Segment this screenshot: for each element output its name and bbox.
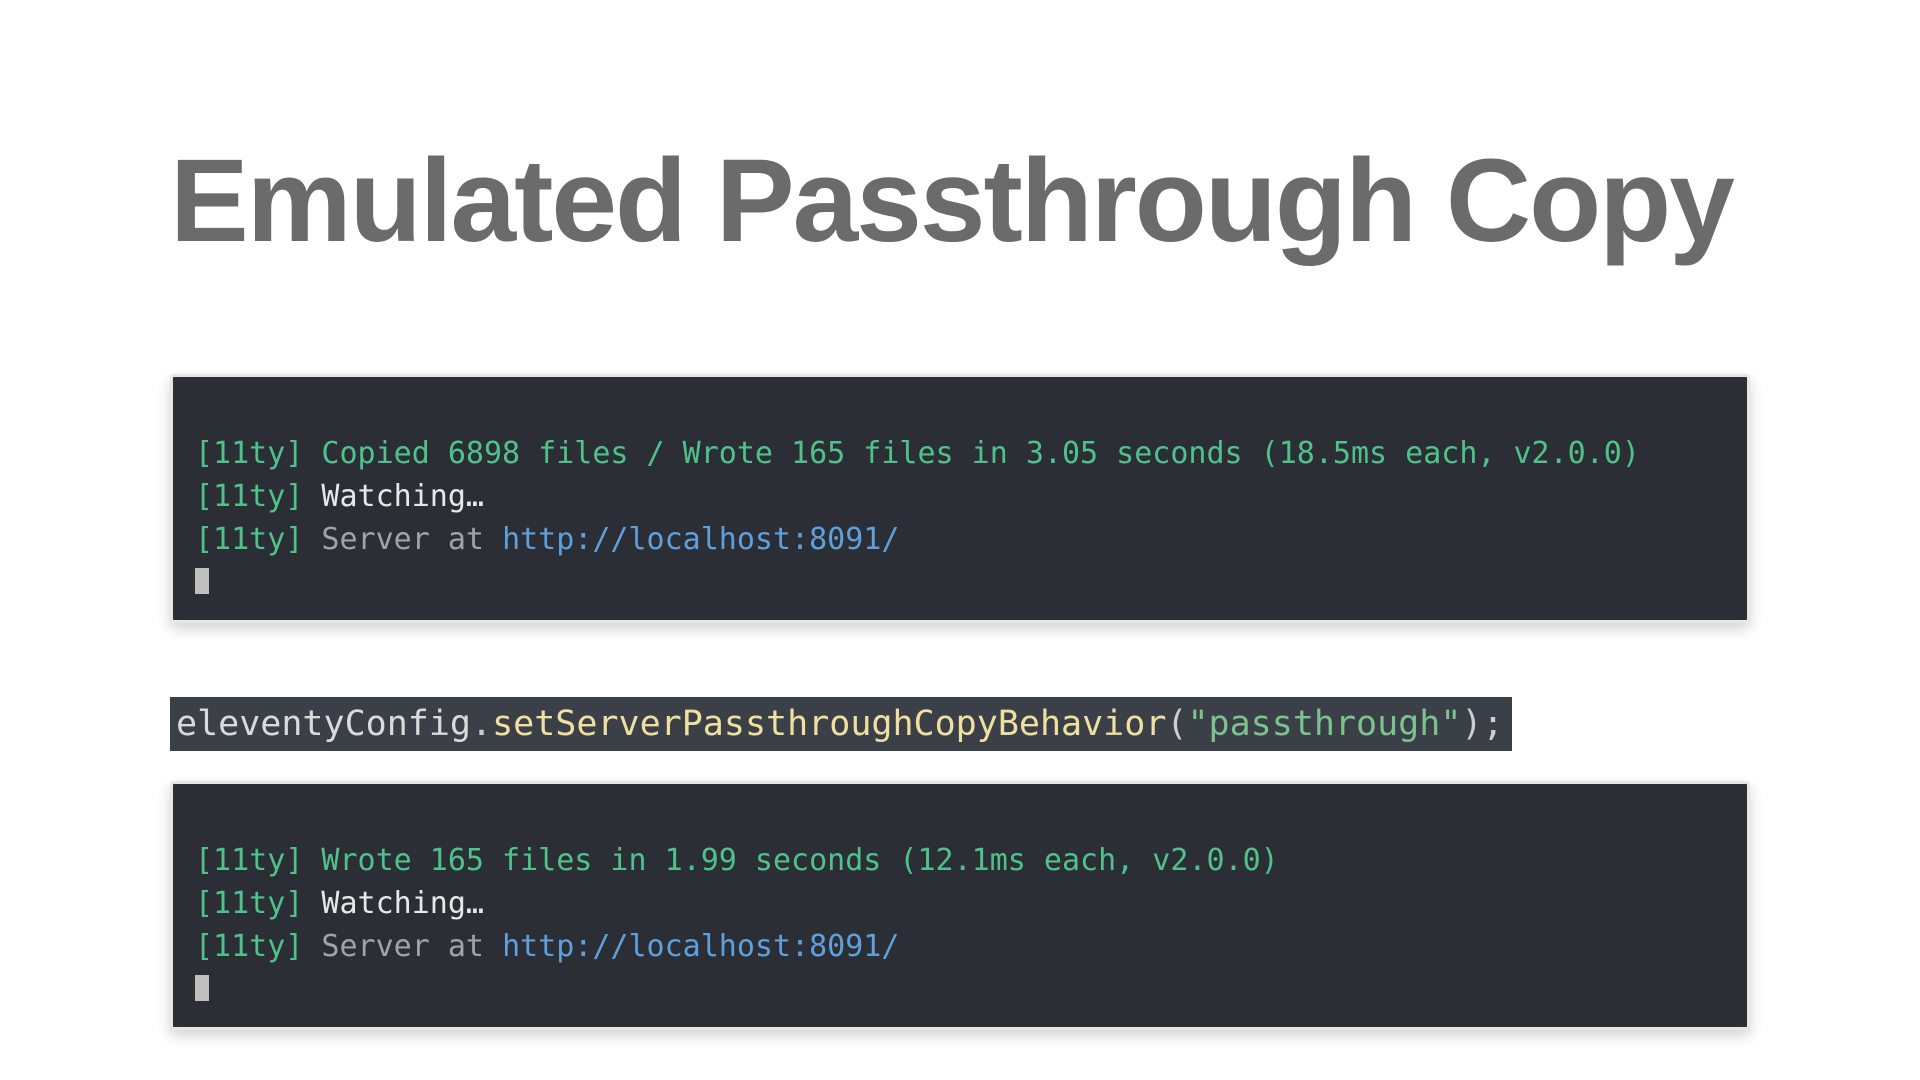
slide: Emulated Passthrough Copy [11ty] Copied …: [0, 0, 1920, 1080]
code-close-paren: ): [1461, 704, 1482, 744]
code-string-arg: "passthrough": [1187, 704, 1461, 744]
terminal-cursor-icon: [195, 568, 209, 594]
terminal-server-url: http://localhost:8091/: [502, 522, 899, 557]
terminal-line-wrote: Wrote 165 files in 1.99 seconds (12.1ms …: [303, 843, 1278, 878]
terminal-line-watching: Watching…: [303, 479, 484, 514]
slide-title: Emulated Passthrough Copy: [170, 140, 1750, 264]
terminal-line-server-prefix: Server at: [303, 929, 502, 964]
log-tag: [11ty]: [195, 479, 303, 514]
terminal-server-url: http://localhost:8091/: [502, 929, 899, 964]
terminal-line-copied: Copied 6898 files / Wrote 165 files in 3…: [303, 436, 1640, 471]
config-code-snippet: eleventyConfig.setServerPassthroughCopyB…: [170, 697, 1512, 751]
terminal-cursor-icon: [195, 975, 209, 1001]
log-tag: [11ty]: [195, 522, 303, 557]
code-open-paren: (: [1166, 704, 1187, 744]
log-tag: [11ty]: [195, 929, 303, 964]
code-method: setServerPassthroughCopyBehavior: [492, 704, 1166, 744]
terminal-output-before: [11ty] Copied 6898 files / Wrote 165 fil…: [170, 374, 1750, 623]
terminal-line-server-prefix: Server at: [303, 522, 502, 557]
log-tag: [11ty]: [195, 436, 303, 471]
terminal-output-after: [11ty] Wrote 165 files in 1.99 seconds (…: [170, 781, 1750, 1030]
code-dot: .: [471, 704, 492, 744]
log-tag: [11ty]: [195, 843, 303, 878]
code-semicolon: ;: [1482, 704, 1503, 744]
log-tag: [11ty]: [195, 886, 303, 921]
code-identifier: eleventyConfig: [176, 704, 471, 744]
terminal-line-watching: Watching…: [303, 886, 484, 921]
